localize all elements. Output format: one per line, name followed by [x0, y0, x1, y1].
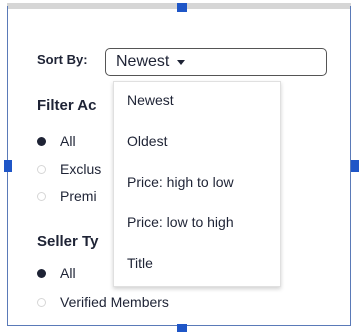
sort-by-label: Sort By:: [37, 52, 88, 67]
sort-select[interactable]: Newest: [105, 48, 327, 76]
resize-handle-top[interactable]: [177, 3, 187, 12]
radio-checked-icon: [37, 268, 46, 278]
radio-unchecked-icon: [37, 297, 46, 307]
sort-selected-value: Newest: [116, 53, 170, 70]
radio-checked-icon: [37, 136, 46, 146]
filter-access-title: Filter Ac: [37, 97, 97, 114]
filter-access-option-premium[interactable]: Premi: [37, 188, 97, 204]
dropdown-option-title[interactable]: Title: [127, 255, 153, 271]
seller-type-option-all[interactable]: All: [37, 265, 76, 281]
filter-access-option-all[interactable]: All: [37, 133, 76, 149]
radio-unchecked-icon: [37, 191, 46, 201]
filter-access-option-exclusive[interactable]: Exclus: [37, 161, 101, 177]
sort-dropdown-menu: Newest Oldest Price: high to low Price: …: [113, 81, 281, 287]
radio-unchecked-icon: [37, 164, 46, 174]
dropdown-option-oldest[interactable]: Oldest: [127, 133, 167, 149]
resize-handle-right[interactable]: [351, 160, 359, 172]
seller-type-option-verified[interactable]: Verified Members: [37, 294, 169, 310]
resize-handle-left[interactable]: [4, 160, 12, 172]
dropdown-option-price-high-low[interactable]: Price: high to low: [127, 174, 234, 190]
dropdown-option-newest[interactable]: Newest: [127, 92, 174, 108]
caret-down-icon: [177, 59, 186, 65]
dropdown-option-price-low-high[interactable]: Price: low to high: [127, 214, 234, 230]
seller-type-title: Seller Ty: [37, 233, 99, 250]
